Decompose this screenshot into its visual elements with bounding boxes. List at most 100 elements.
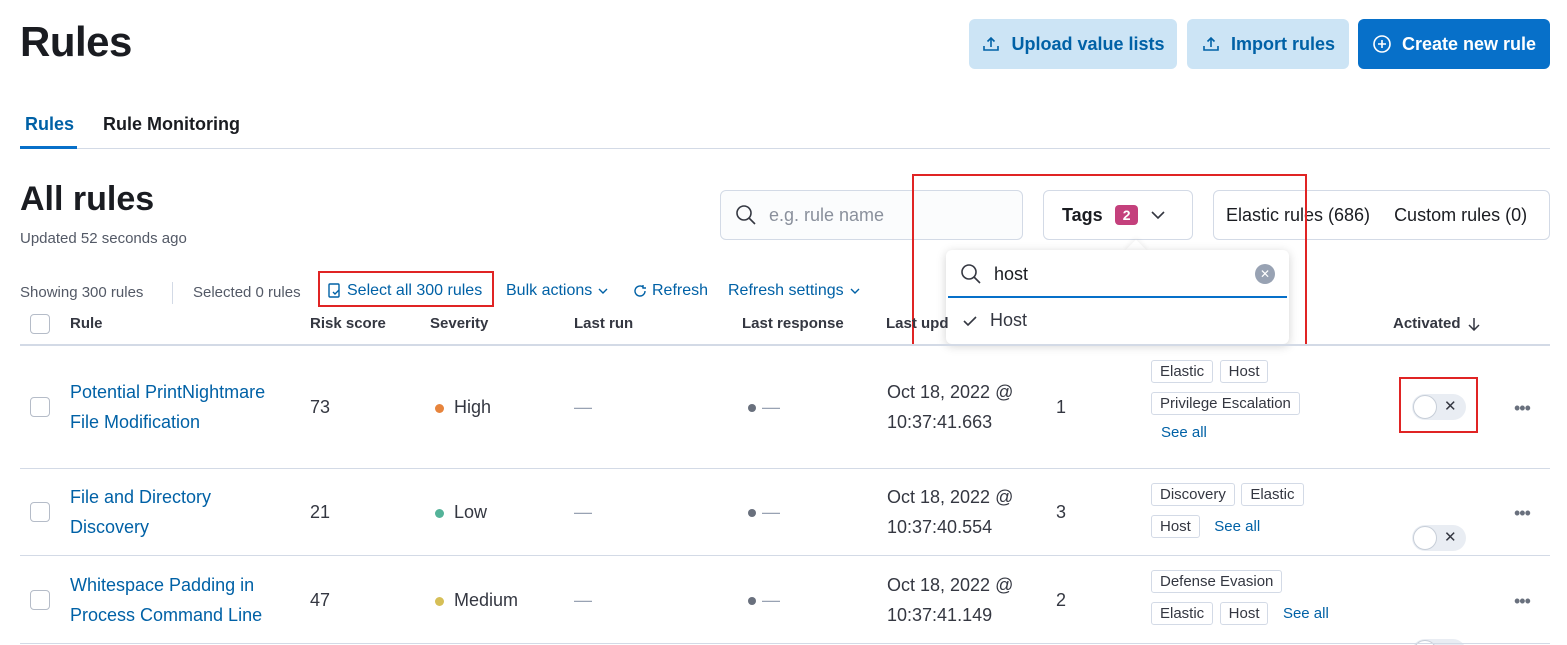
more-actions-icon[interactable]: ••• (1514, 398, 1531, 419)
last-response: — (762, 502, 780, 522)
more-actions-icon[interactable]: ••• (1514, 591, 1531, 612)
refresh-button[interactable]: Refresh (633, 282, 708, 300)
tag-badge: Host (1219, 360, 1269, 383)
toolbar-divider (172, 282, 173, 304)
sort-arrow-down-icon (1468, 317, 1480, 331)
bulk-actions-button[interactable]: Bulk actions (506, 282, 609, 300)
row-divider (20, 555, 1550, 556)
rule-name-line: File and Directory (70, 487, 212, 507)
last-updated-time: 10:37:40.554 (887, 517, 993, 537)
table-header-divider (20, 344, 1550, 346)
tag-badge: Host (1151, 515, 1200, 538)
cross-icon: ✕ (1444, 529, 1457, 546)
risk-score: 21 (310, 502, 331, 522)
rule-name-link[interactable]: File and Directory Discovery (70, 482, 211, 542)
tab-rule-monitoring[interactable]: Rule Monitoring (103, 114, 240, 135)
version: 2 (1056, 590, 1067, 610)
rule-name-link[interactable]: Potential PrintNightmare File Modificati… (70, 377, 265, 437)
last-updated: Oct 18, 2022 @ 10:37:41.149 (887, 570, 1013, 630)
tab-rules[interactable]: Rules (25, 114, 74, 135)
risk-score: 73 (310, 397, 331, 417)
last-updated: Oct 18, 2022 @ 10:37:40.554 (887, 482, 1013, 542)
rule-name-line: Potential PrintNightmare (70, 382, 266, 402)
tag-badge: Elastic (1151, 602, 1214, 625)
tags-cell: Discovery Elastic Host See all (1151, 483, 1351, 538)
last-response: — (762, 397, 780, 417)
rule-name-link[interactable]: Whitespace Padding in Process Command Li… (70, 570, 262, 630)
create-new-rule-label: Create new rule (1401, 33, 1537, 54)
severity-label: Medium (454, 590, 519, 610)
import-rules-button[interactable]: Import rules (1187, 19, 1349, 69)
chevron-down-icon (850, 288, 860, 294)
severity-cell: Medium (435, 590, 518, 611)
row-divider (20, 468, 1550, 469)
severity-cell: Low (435, 502, 487, 523)
last-response-cell: — (748, 590, 780, 611)
active-tab-indicator (20, 146, 77, 149)
refresh-settings-label: Refresh settings (728, 282, 844, 299)
last-updated-time: 10:37:41.663 (887, 412, 993, 432)
last-response: — (762, 590, 780, 610)
activated-toggle[interactable]: ✕ (1412, 525, 1466, 551)
refresh-icon (634, 285, 646, 297)
row-checkbox[interactable] (30, 590, 50, 610)
tags-cell: Defense Evasion Elastic Host See all (1151, 570, 1371, 625)
upload-icon (983, 36, 1000, 51)
refresh-label: Refresh (652, 282, 709, 299)
column-header-activated[interactable]: Activated (1393, 315, 1481, 332)
column-header-risk-score[interactable]: Risk score (310, 315, 386, 332)
last-run: — (574, 590, 592, 610)
column-header-last-response[interactable]: Last response (742, 315, 844, 332)
tag-badge: Elastic (1151, 360, 1214, 383)
column-header-last-run[interactable]: Last run (574, 315, 633, 332)
bulk-actions-label: Bulk actions (506, 282, 593, 299)
selected-count: Selected 0 rules (193, 283, 301, 301)
version: 1 (1056, 397, 1067, 417)
highlight-box-tags (912, 174, 1307, 346)
tabs-divider (20, 148, 1550, 149)
section-title: All rules (20, 180, 155, 218)
row-checkbox[interactable] (30, 397, 50, 417)
severity-label: High (454, 397, 492, 417)
column-header-rule[interactable]: Rule (70, 315, 103, 332)
plus-circle-icon (1373, 35, 1391, 53)
highlight-box-toggle (1399, 377, 1478, 433)
search-icon (736, 205, 756, 225)
activated-toggle[interactable]: ✕ (1412, 639, 1466, 645)
rule-name-line: Discovery (70, 517, 150, 537)
severity-dot (435, 403, 444, 413)
status-dot (748, 597, 756, 606)
severity-cell: High (435, 397, 491, 418)
see-all-tags-link[interactable]: See all (1283, 605, 1329, 622)
select-all-button[interactable]: Select all 300 rules (328, 282, 482, 300)
upload-value-lists-label: Upload value lists (1011, 33, 1165, 54)
toggle-knob (1413, 526, 1437, 550)
rule-name-line: Process Command Line (70, 605, 263, 625)
tag-badge: Defense Evasion (1151, 570, 1283, 593)
upload-value-lists-button[interactable]: Upload value lists (969, 19, 1177, 69)
custom-rules-filter[interactable]: Custom rules (0) (1382, 205, 1539, 226)
see-all-tags-link[interactable]: See all (1161, 424, 1351, 441)
tag-badge: Elastic (1241, 483, 1304, 506)
import-icon (1203, 36, 1219, 51)
last-response-cell: — (748, 397, 780, 418)
refresh-settings-button[interactable]: Refresh settings (728, 282, 861, 300)
row-checkbox[interactable] (30, 502, 50, 522)
select-all-checkbox[interactable] (30, 314, 50, 334)
status-dot (748, 404, 756, 413)
severity-label: Low (454, 502, 488, 522)
severity-dot (435, 596, 444, 606)
see-all-tags-link[interactable]: See all (1214, 518, 1260, 535)
more-actions-icon[interactable]: ••• (1514, 503, 1531, 524)
column-header-last-updated[interactable]: Last upd (886, 315, 949, 332)
status-dot (748, 509, 756, 518)
column-header-severity[interactable]: Severity (430, 315, 488, 332)
rule-name-line: Whitespace Padding in (70, 575, 255, 595)
tag-badge: Host (1219, 602, 1269, 625)
page-title: Rules (20, 18, 132, 65)
updated-timestamp: Updated 52 seconds ago (20, 230, 187, 247)
create-new-rule-button[interactable]: Create new rule (1358, 19, 1550, 69)
severity-dot (435, 508, 444, 518)
last-run: — (574, 502, 592, 522)
activated-header-label: Activated (1393, 315, 1461, 332)
